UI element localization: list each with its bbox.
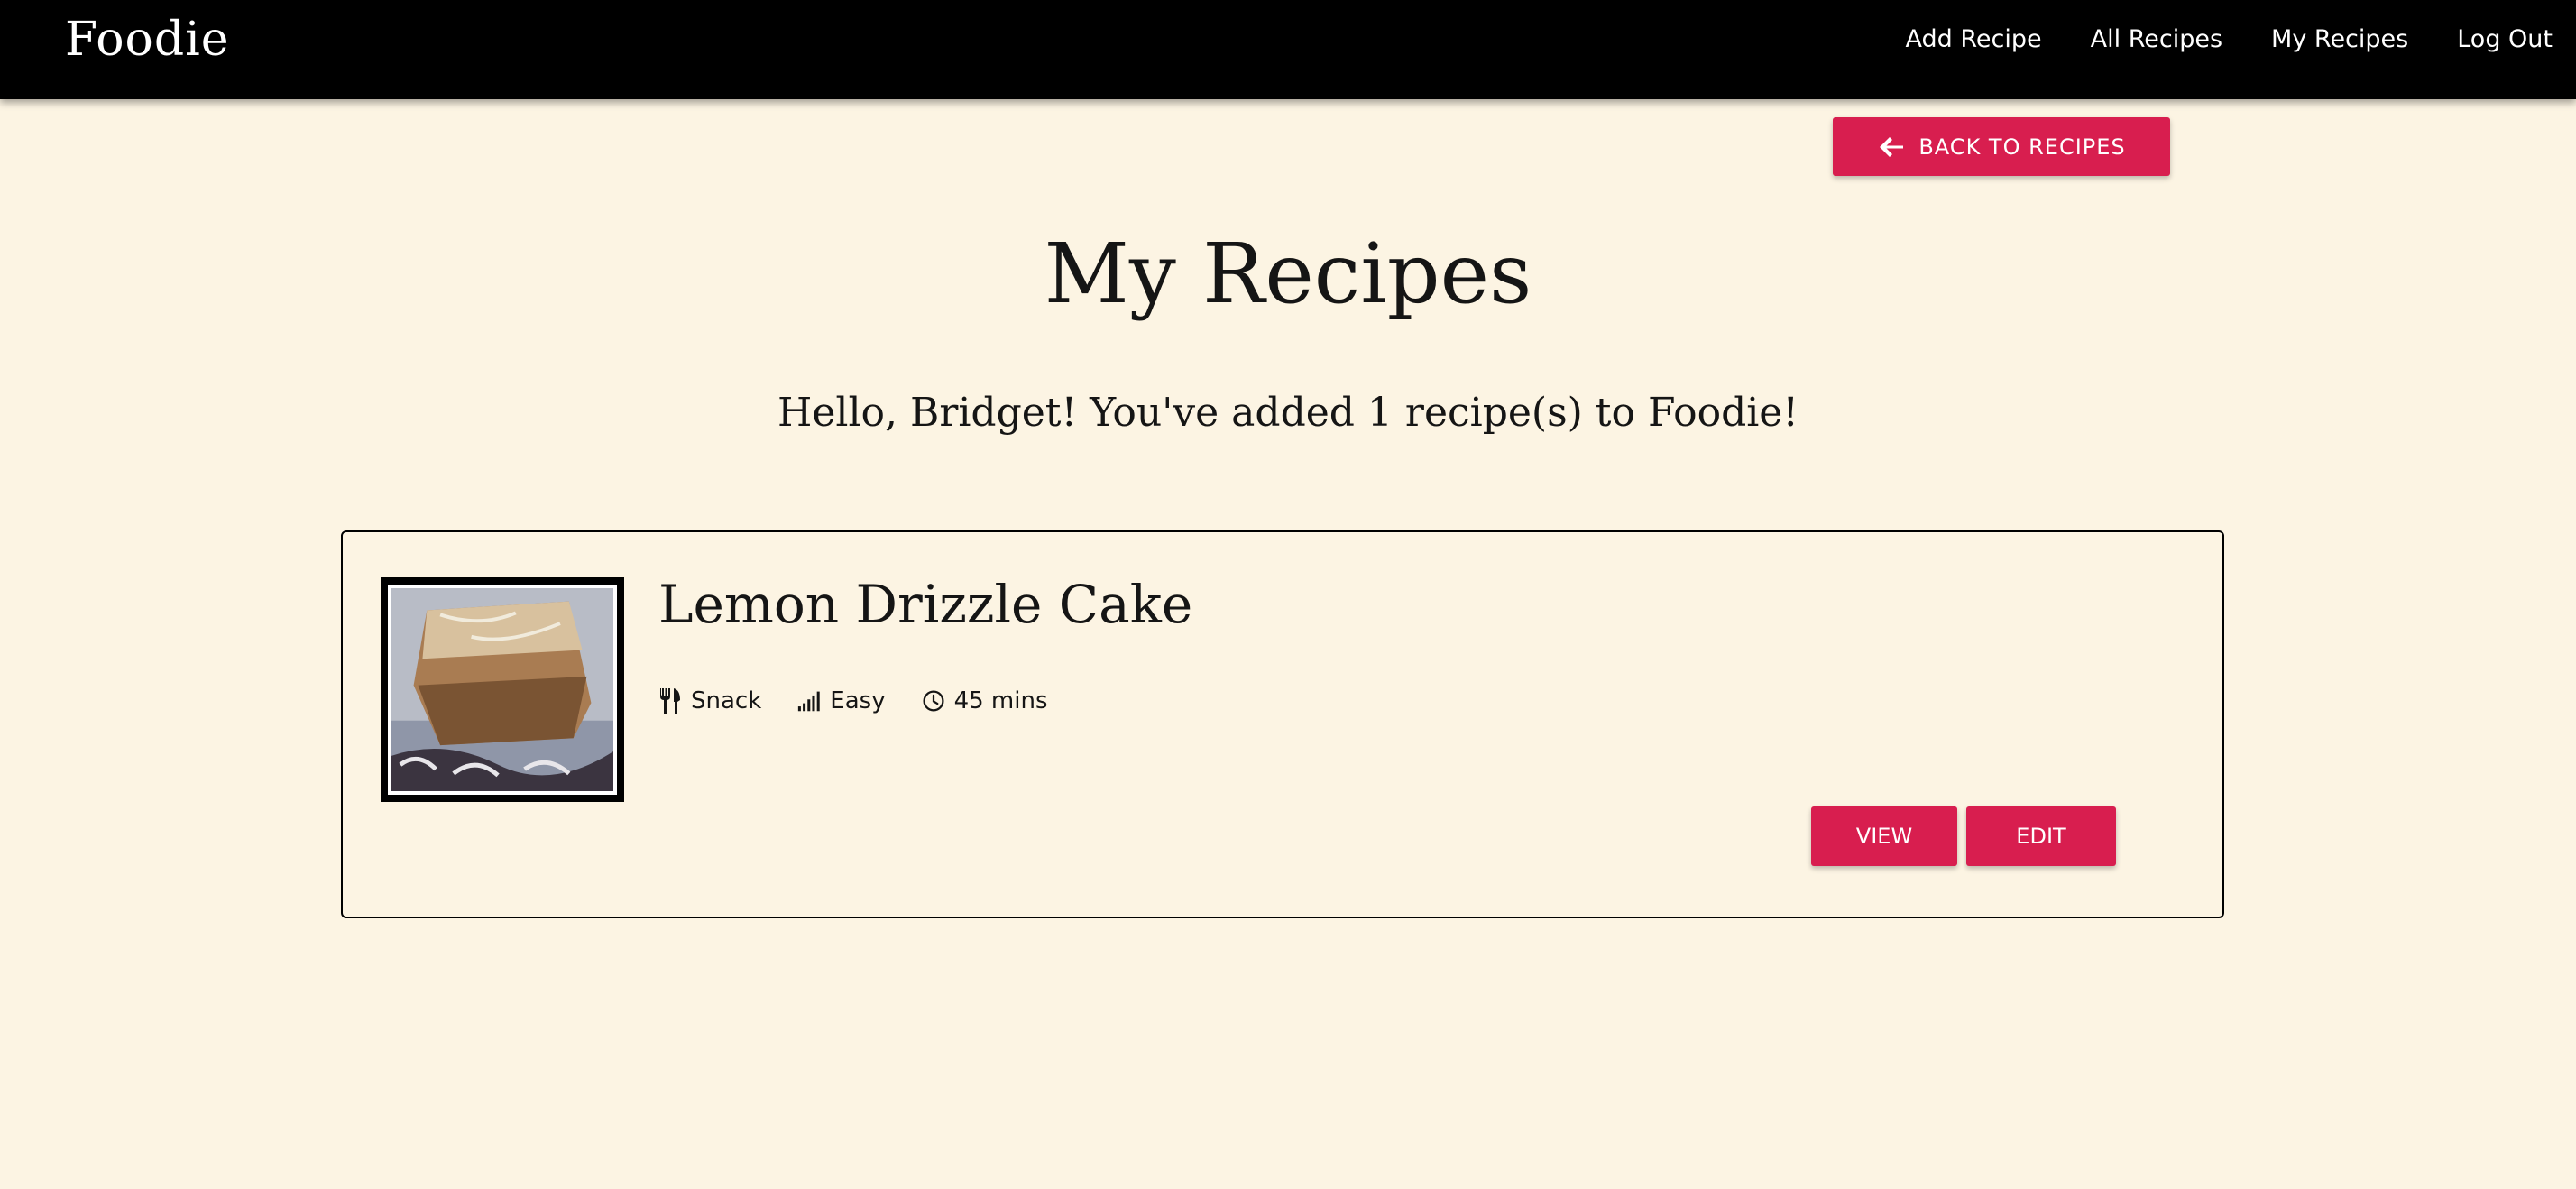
nav-link-all-recipes[interactable]: All Recipes: [2091, 25, 2222, 53]
utensils-icon: [660, 688, 680, 714]
recipe-time-label: 45 mins: [953, 687, 1048, 714]
recipe-category-label: Snack: [691, 687, 762, 714]
nav-link-add-recipe[interactable]: Add Recipe: [1906, 25, 2042, 53]
clock-icon: [923, 690, 944, 712]
greeting-text: Hello, Bridget! You've added 1 recipe(s)…: [777, 390, 1799, 436]
page-title: My Recipes: [1044, 226, 1532, 322]
recipe-title[interactable]: Lemon Drizzle Cake: [658, 574, 1192, 635]
nav-links: Add Recipe All Recipes My Recipes Log Ou…: [1906, 25, 2553, 53]
cake-photo-placeholder: [391, 588, 613, 791]
recipe-time: 45 mins: [922, 687, 1048, 714]
back-to-recipes-button[interactable]: Back to Recipes: [1833, 117, 2170, 176]
recipe-difficulty-label: Easy: [830, 687, 886, 714]
view-recipe-button[interactable]: View: [1811, 806, 1957, 866]
nav-link-log-out[interactable]: Log Out: [2457, 25, 2553, 53]
recipe-card: Lemon Drizzle Cake Snack Easy 45 mins VI…: [341, 530, 2224, 918]
edit-recipe-button[interactable]: Edit: [1966, 806, 2116, 866]
signal-bars-icon: [798, 691, 820, 712]
back-to-recipes-label: Back to Recipes: [1918, 134, 2126, 160]
recipe-meta: Snack Easy 45 mins: [658, 687, 1048, 714]
arrow-left-icon: [1880, 136, 1904, 157]
nav-link-my-recipes[interactable]: My Recipes: [2271, 25, 2408, 53]
recipe-image[interactable]: [381, 577, 624, 802]
top-navbar: Foodie Add Recipe All Recipes My Recipes…: [0, 0, 2576, 99]
recipe-difficulty: Easy: [797, 687, 886, 714]
recipe-category: Snack: [658, 687, 761, 714]
brand-logo[interactable]: Foodie: [65, 13, 230, 67]
